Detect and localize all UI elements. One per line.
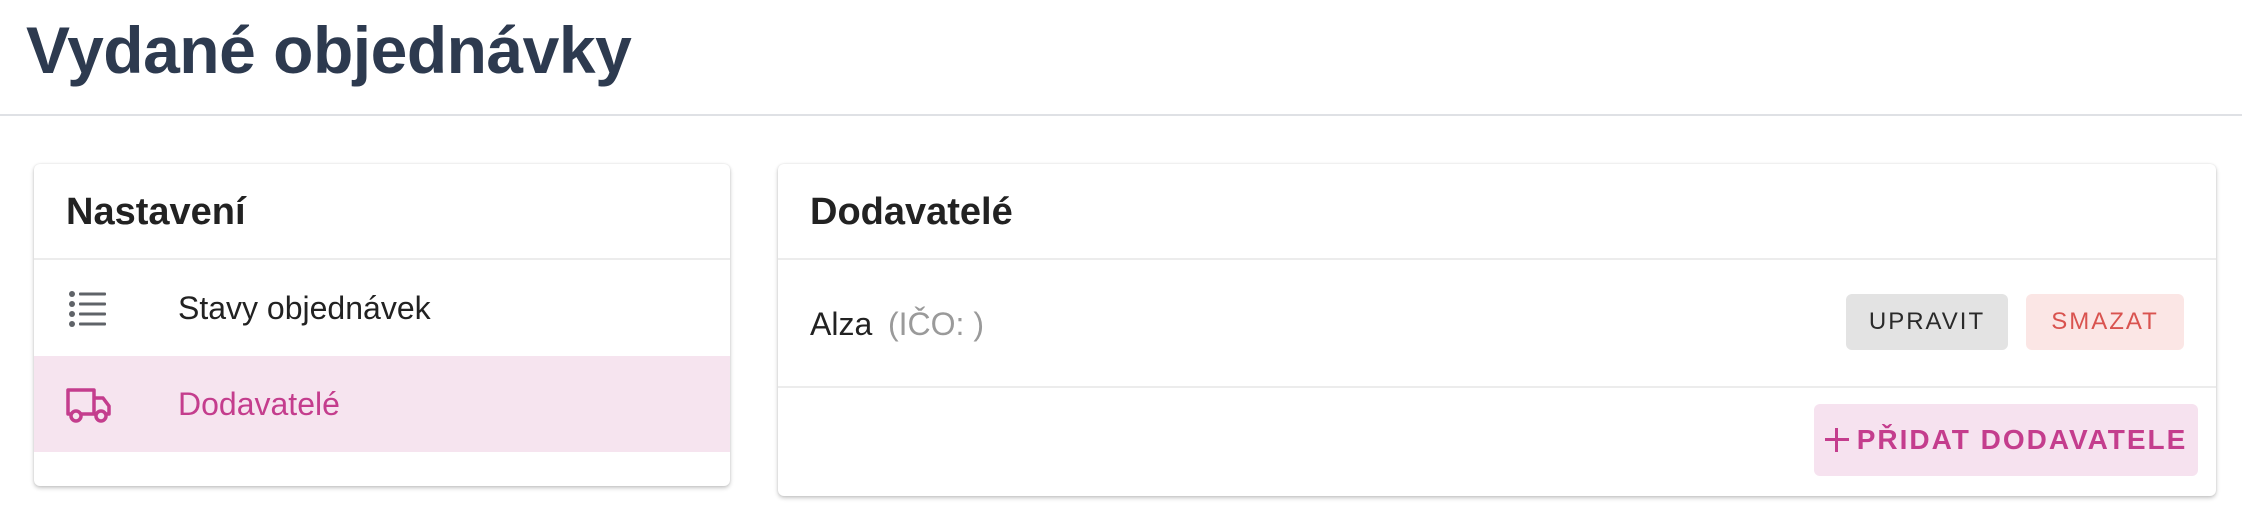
- truck-icon: [66, 382, 111, 426]
- plus-icon: [1824, 428, 1849, 452]
- suppliers-card-title: Dodavatelé: [810, 191, 1013, 233]
- settings-card-header: Nastavení: [34, 164, 730, 260]
- page-title: Vydané objednávky: [26, 13, 632, 87]
- nav-item-order-states-label: Stavy objednávek: [178, 290, 431, 326]
- page-header: Vydané objednávky: [0, 0, 2242, 116]
- suppliers-card-header: Dodavatelé: [778, 164, 2216, 260]
- supplier-ico: (IČO: ): [888, 306, 984, 342]
- add-supplier-button[interactable]: PŘIDAT DODAVATELE: [1814, 404, 2198, 476]
- list-icon: [66, 286, 110, 330]
- nav-item-suppliers[interactable]: Dodavatelé: [34, 356, 730, 452]
- edit-supplier-button[interactable]: UPRAVIT: [1846, 294, 2008, 350]
- settings-card: Nastavení Stavy objednávek Dodavatelé: [34, 164, 730, 486]
- add-supplier-row: PŘIDAT DODAVATELE: [778, 388, 2216, 492]
- delete-supplier-button[interactable]: SMAZAT: [2026, 294, 2184, 350]
- supplier-name: Alza: [810, 306, 873, 342]
- nav-item-suppliers-label: Dodavatelé: [178, 386, 340, 422]
- add-supplier-label: PŘIDAT DODAVATELE: [1856, 424, 2188, 455]
- nav-item-order-states[interactable]: Stavy objednávek: [34, 260, 730, 356]
- settings-card-title: Nastavení: [66, 191, 246, 233]
- supplier-row: Alza (IČO: ) UPRAVIT SMAZAT: [778, 260, 2216, 388]
- suppliers-card: Dodavatelé Alza (IČO: ) UPRAVIT SMAZAT P…: [778, 164, 2216, 496]
